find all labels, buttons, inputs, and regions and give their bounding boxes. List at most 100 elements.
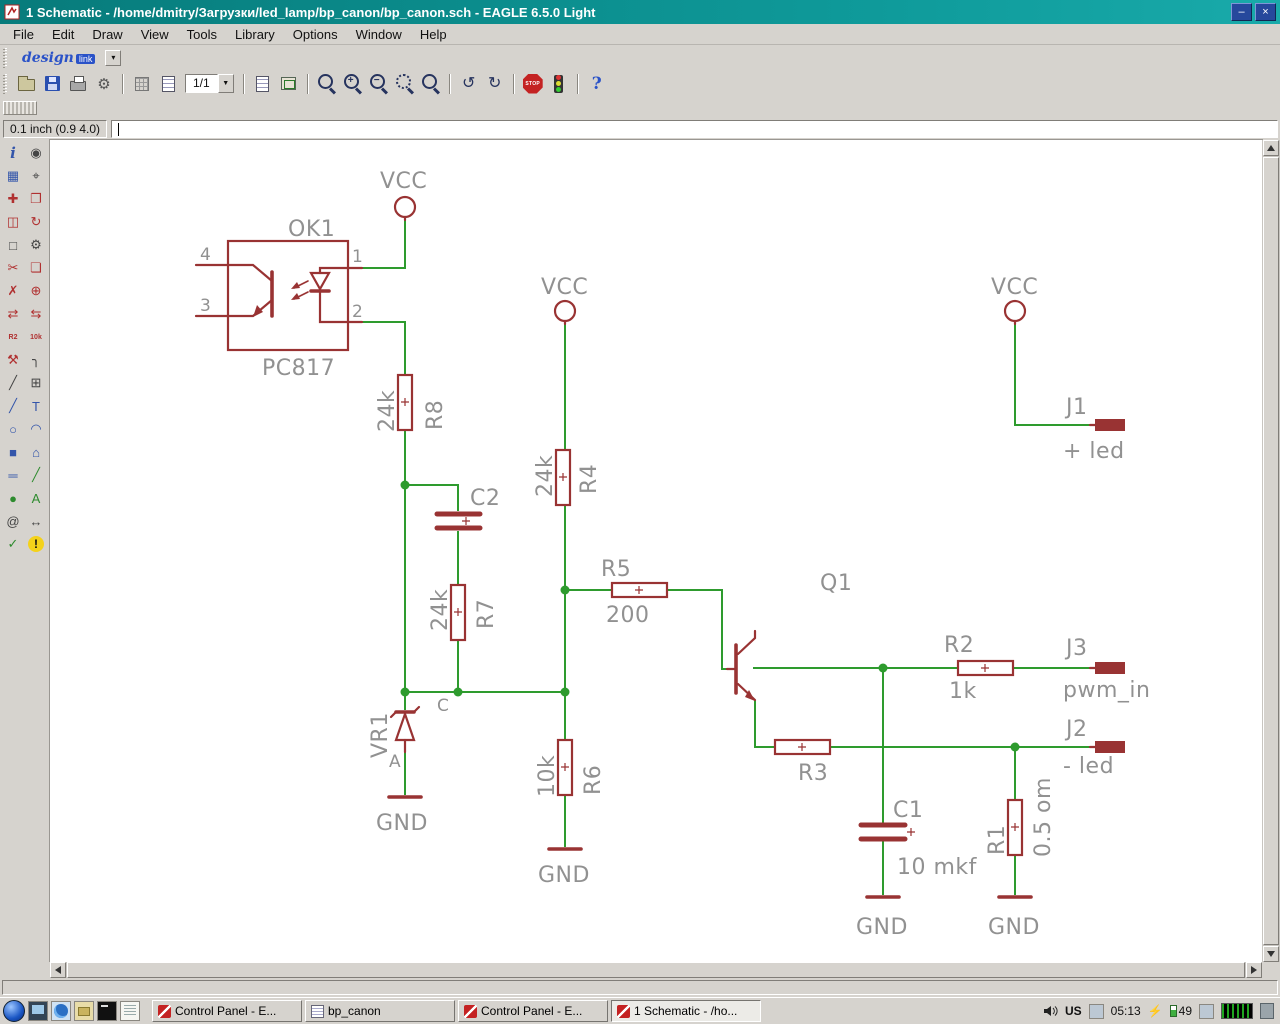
tool-invoke-icon[interactable]: ⊞	[25, 372, 47, 394]
volume-icon[interactable]	[1043, 1004, 1058, 1018]
tool-miter-icon[interactable]: ╮	[25, 349, 47, 371]
menu-options[interactable]: Options	[284, 25, 347, 44]
power-gnd-1[interactable]: GND	[376, 797, 428, 836]
menu-library[interactable]: Library	[226, 25, 284, 44]
tray-network-icon[interactable]	[1199, 1004, 1214, 1019]
component-r4[interactable]: R4 24k	[533, 450, 602, 505]
scroll-up-button[interactable]	[1263, 140, 1279, 156]
schematic-button[interactable]	[251, 72, 275, 96]
stop-button[interactable]: STOP	[521, 72, 545, 96]
menu-help[interactable]: Help	[411, 25, 456, 44]
tool-info-icon[interactable]: i	[2, 142, 24, 164]
component-j1-connector[interactable]: J1 + led	[1063, 395, 1125, 464]
cpu-monitor[interactable]	[1221, 1003, 1253, 1019]
tool-cut-icon[interactable]: ✂	[2, 257, 24, 279]
tool-delete-icon[interactable]: ✗	[2, 280, 24, 302]
component-j3-connector[interactable]: J3 pwm_in	[1063, 636, 1150, 703]
launcher-files-icon[interactable]	[74, 1001, 94, 1021]
board-button[interactable]	[277, 72, 301, 96]
launcher-editor-icon[interactable]	[120, 1001, 140, 1021]
power-vcc-2[interactable]: VCC	[541, 275, 588, 324]
vertical-scroll-thumb[interactable]	[1263, 157, 1279, 945]
help-button[interactable]: ?	[585, 72, 609, 96]
tool-change-icon[interactable]: ⚙	[25, 234, 47, 256]
tool-smash-icon[interactable]: ⚒	[2, 349, 24, 371]
component-q1-transistor[interactable]: Q1	[727, 571, 852, 701]
tool-paste-icon[interactable]: ❏	[25, 257, 47, 279]
launcher-terminal-icon[interactable]	[97, 1001, 117, 1021]
taskbar-window-schematic[interactable]: 1 Schematic - /ho...	[611, 1000, 761, 1022]
taskbar-window-control-panel-2[interactable]: Control Panel - E...	[458, 1000, 608, 1022]
tool-junction-icon[interactable]: ●	[2, 487, 24, 509]
battery-indicator[interactable]: 49	[1170, 1004, 1192, 1018]
sheet-list-button[interactable]	[156, 72, 180, 96]
component-vr1-zener[interactable]: VR1 C A	[368, 696, 449, 772]
menu-window[interactable]: Window	[347, 25, 411, 44]
tray-app-icon[interactable]	[1089, 1004, 1104, 1019]
power-gnd-3[interactable]: GND	[856, 897, 908, 940]
tool-polygon-icon[interactable]: ⌂	[25, 441, 47, 463]
horizontal-scrollbar[interactable]	[50, 962, 1262, 978]
taskbar-window-control-panel-1[interactable]: Control Panel - E...	[152, 1000, 302, 1022]
power-icon[interactable]: ⚡	[1148, 1004, 1163, 1018]
tool-rect-icon[interactable]: ■	[2, 441, 24, 463]
tool-net-icon[interactable]: ╱	[25, 464, 47, 486]
power-gnd-4[interactable]: GND	[988, 897, 1040, 940]
save-button[interactable]	[40, 72, 64, 96]
undo-button[interactable]: ↺	[457, 72, 481, 96]
component-ok1-optocoupler[interactable]: OK1 PC817 4 3 1 2	[196, 217, 363, 381]
toolbar-grip[interactable]	[3, 48, 8, 68]
tool-replace-icon[interactable]: ⇆	[25, 303, 47, 325]
start-menu-button[interactable]	[3, 1000, 25, 1022]
desktop-pager[interactable]	[1260, 1003, 1274, 1019]
net-wires[interactable]	[362, 220, 1095, 895]
power-vcc-1[interactable]: VCC	[380, 169, 427, 220]
component-r7[interactable]: R7 24k	[428, 585, 499, 640]
zoom-out-button[interactable]: −	[367, 72, 391, 96]
scroll-down-button[interactable]	[1263, 946, 1279, 962]
tool-copy-icon[interactable]: ❐	[25, 188, 47, 210]
tool-bus-icon[interactable]: ═	[2, 464, 24, 486]
horizontal-scroll-thumb[interactable]	[67, 962, 1245, 978]
zoom-select-button[interactable]	[393, 72, 417, 96]
sheet-selector[interactable]: 1/1 ▼	[185, 74, 234, 93]
component-c2[interactable]: C2	[437, 486, 500, 528]
component-c1[interactable]: C1 10 mkf	[861, 798, 978, 880]
go-button[interactable]	[547, 72, 571, 96]
tool-pinswap-icon[interactable]: ⇄	[2, 303, 24, 325]
component-r6[interactable]: R6 10k	[535, 740, 606, 797]
tool-dimension-icon[interactable]: ↔	[25, 510, 47, 532]
clock[interactable]: 05:13	[1111, 1004, 1141, 1018]
menu-draw[interactable]: Draw	[83, 25, 131, 44]
toolbar-grip[interactable]	[3, 74, 8, 94]
tool-wire-icon[interactable]: ╱	[2, 395, 24, 417]
zoom-redraw-button[interactable]	[419, 72, 443, 96]
schematic-canvas[interactable]: VCC VCC VCC GND GND GND GND	[50, 140, 1262, 962]
tool-text-icon[interactable]: T	[25, 395, 47, 417]
menu-tools[interactable]: Tools	[178, 25, 226, 44]
tool-rotate-icon[interactable]: ↻	[25, 211, 47, 233]
tool-value-icon[interactable]: 10k	[25, 326, 47, 348]
tool-circle-icon[interactable]: ○	[2, 418, 24, 440]
tool-add-icon[interactable]: ⊕	[25, 280, 47, 302]
print-button[interactable]	[66, 72, 90, 96]
tool-arc-icon[interactable]: ◠	[25, 418, 47, 440]
tool-attribute-icon[interactable]: @	[2, 510, 24, 532]
menu-view[interactable]: View	[132, 25, 178, 44]
chevron-down-icon[interactable]: ▼	[218, 74, 234, 93]
component-r3[interactable]: R3	[775, 740, 830, 786]
toolbar-handle[interactable]	[3, 101, 37, 115]
tool-move-icon[interactable]: ✚	[2, 188, 24, 210]
tool-split-icon[interactable]: ╱	[2, 372, 24, 394]
component-r1[interactable]: R1 0.5 om	[985, 777, 1056, 857]
tool-errors-icon[interactable]: !	[28, 536, 44, 552]
close-button[interactable]: ×	[1255, 3, 1276, 21]
taskbar-window-bp-canon[interactable]: bp_canon	[305, 1000, 455, 1022]
power-gnd-2[interactable]: GND	[538, 849, 590, 888]
component-r8[interactable]: R8 24k	[375, 375, 448, 432]
keyboard-layout-indicator[interactable]: US	[1065, 1004, 1082, 1018]
launcher-monitor-icon[interactable]	[28, 1001, 48, 1021]
command-input[interactable]	[112, 121, 1277, 137]
launcher-browser-icon[interactable]	[51, 1001, 71, 1021]
zoom-in-button[interactable]: +	[341, 72, 365, 96]
